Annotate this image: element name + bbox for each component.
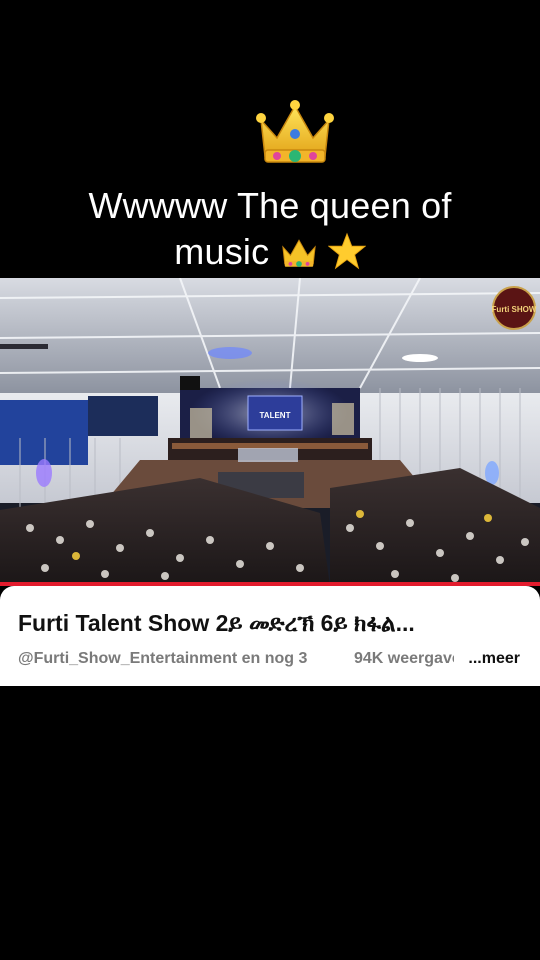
- empty-background: [0, 686, 540, 960]
- caption-area: Wwwww The queen of music: [0, 0, 540, 275]
- caption-text: Wwwww The queen of music: [20, 183, 520, 275]
- video-title[interactable]: Furti Talent Show 2ይ መድረኽ 6ይ ክፋል...: [18, 610, 522, 637]
- video-info-card[interactable]: Furti Talent Show 2ይ መድረኽ 6ይ ክፋል... @Fur…: [0, 586, 540, 686]
- video-meta-row: @Furti_Show_Entertainment en nog 3 94K w…: [18, 650, 526, 674]
- video-frame: TALENT Furti SHOW: [0, 278, 540, 586]
- more-button[interactable]: ...meer: [468, 650, 520, 668]
- small-crown-icon: [281, 239, 316, 267]
- channel-badge-text: Furti SHOW: [492, 305, 537, 314]
- view-count: 94K weergaven: [354, 650, 454, 667]
- caption-line-1: Wwwww The queen of: [88, 185, 452, 226]
- author-handle[interactable]: @Furti_Show_Entertainment en nog 3: [18, 650, 307, 668]
- star-icon: [327, 232, 366, 270]
- crown-icon: [256, 100, 334, 163]
- channel-badge: Furti SHOW: [492, 286, 537, 330]
- caption-line-2: music: [174, 231, 270, 272]
- video-player[interactable]: TALENT Furti SHOW: [0, 278, 540, 586]
- stage-banner: TALENT: [260, 411, 291, 420]
